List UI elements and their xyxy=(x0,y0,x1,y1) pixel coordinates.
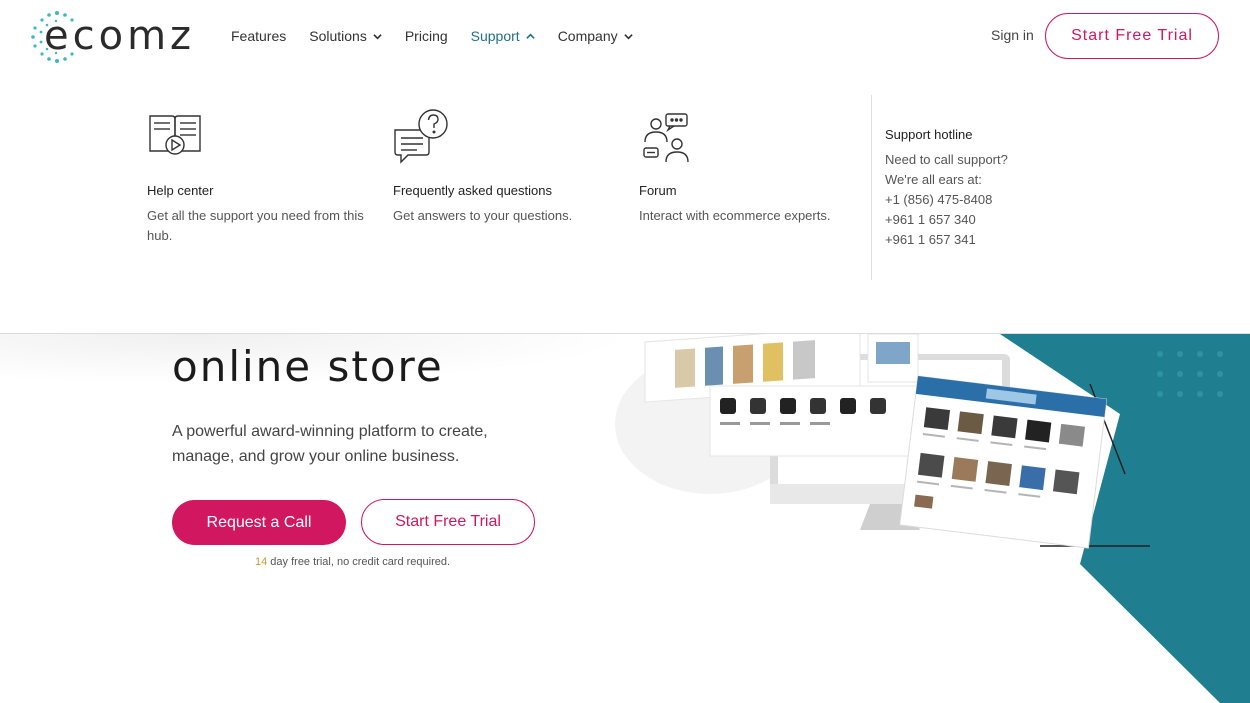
chevron-down-icon xyxy=(623,33,633,39)
start-free-trial-button[interactable]: Start Free Trial xyxy=(1045,13,1219,59)
forum-people-icon xyxy=(643,113,689,163)
sign-in-link[interactable]: Sign in xyxy=(991,27,1034,43)
faq-title: Frequently asked questions xyxy=(393,183,552,198)
nav-pricing[interactable]: Pricing xyxy=(405,28,448,44)
hotline-text: We're all ears at: xyxy=(885,172,982,187)
forum-desc: Interact with ecommerce experts. xyxy=(639,208,831,223)
nav-company[interactable]: Company xyxy=(558,28,633,44)
faq-desc: Get answers to your questions. xyxy=(393,208,573,223)
nav-support-label: Support xyxy=(470,28,520,44)
question-chat-icon xyxy=(394,109,448,164)
hotline-text: Need to call support? xyxy=(885,152,1008,167)
chevron-down-icon xyxy=(373,33,382,39)
site-header: ecomz Features Solutions Pricing Support… xyxy=(0,0,1250,72)
logo-wordmark: ecomz xyxy=(44,13,196,59)
hero-illustration xyxy=(615,334,1250,703)
support-dropdown-menu: Help center Get all the support you need… xyxy=(0,72,1250,334)
trial-note: 14 day free trial, no credit card requir… xyxy=(255,556,450,568)
nav-solutions[interactable]: Solutions xyxy=(309,28,382,44)
video-book-icon xyxy=(149,115,201,155)
trial-note-text: day free trial, no credit card required. xyxy=(267,556,451,568)
nav-support[interactable]: Support xyxy=(471,28,535,44)
forum-title: Forum xyxy=(639,183,677,198)
chevron-up-icon xyxy=(526,33,535,39)
menu-divider xyxy=(871,95,872,280)
main-nav: Features Solutions Pricing Support Compa… xyxy=(231,0,656,72)
trial-days: 14 xyxy=(255,556,268,568)
nav-solutions-label: Solutions xyxy=(309,28,367,44)
ecomz-logo[interactable]: ecomz xyxy=(30,8,205,64)
help-center-desc: Get all the support you need from this h… xyxy=(147,208,364,243)
nav-company-label: Company xyxy=(557,28,618,44)
request-call-button[interactable]: Request a Call xyxy=(172,500,346,545)
help-center-title: Help center xyxy=(147,183,214,198)
hotline-phone-lb-1[interactable]: +961 1 657 340 xyxy=(885,212,976,227)
nav-pricing-label: Pricing xyxy=(404,28,448,44)
nav-features-label: Features xyxy=(231,28,287,44)
hero-subtitle: A powerful award-winning platform to cre… xyxy=(172,423,488,465)
hotline-phone-lb-2[interactable]: +961 1 657 341 xyxy=(885,232,976,247)
hotline-title: Support hotline xyxy=(885,127,973,142)
nav-features[interactable]: Features xyxy=(231,28,286,44)
hero-title: online store xyxy=(172,342,444,391)
hero-start-trial-button[interactable]: Start Free Trial xyxy=(361,499,535,545)
hotline-phone-us[interactable]: +1 (856) 475-8408 xyxy=(885,192,992,207)
